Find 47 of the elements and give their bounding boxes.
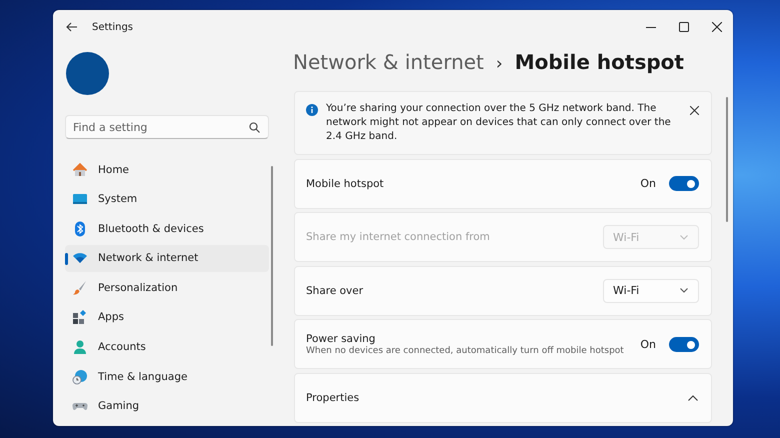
nav-item[interactable]: Time & language [65, 363, 269, 390]
nav-item[interactable]: Bluetooth & devices [65, 215, 269, 242]
search-field[interactable]: Find a setting [65, 115, 269, 139]
globe-clock-icon [72, 368, 88, 385]
paintbrush-icon [72, 280, 88, 296]
setting-description: When no devices are connected, automatically turn off mobile hotspot [306, 346, 625, 356]
chevron-down-icon [680, 288, 688, 293]
nav-item[interactable]: Personalization [65, 274, 269, 302]
chevron-up-icon [688, 394, 698, 400]
dismiss-button[interactable] [687, 103, 701, 117]
page-title: Mobile hotspot [514, 50, 684, 74]
setting-label: Share over [306, 284, 364, 296]
toggle-switch[interactable] [669, 176, 699, 191]
toggle-state: On [640, 177, 656, 190]
scrollbar[interactable] [726, 97, 728, 222]
close-icon [690, 106, 698, 114]
apps-icon [72, 309, 88, 326]
setting-label: Power saving [306, 332, 376, 344]
toggle-state: On [640, 338, 656, 350]
bluetooth-icon [72, 220, 88, 237]
dropdown[interactable]: Wi-Fi [603, 278, 699, 302]
maximize-icon [678, 22, 688, 32]
info-icon [306, 104, 318, 116]
toggle-switch[interactable] [669, 336, 699, 352]
info-message: You’re sharing your connection over the 5 GHz network band. The network might not appear on devices that can only connect over the 2.4 GHz band. [326, 102, 672, 144]
house-icon [72, 162, 88, 178]
nav-item[interactable]: Accounts [65, 334, 269, 361]
avatar [66, 52, 109, 95]
breadcrumb-separator: › [496, 54, 503, 74]
close-icon [712, 22, 722, 32]
setting-label: Share my internet connection from [306, 231, 491, 243]
setting-label: Properties [306, 392, 360, 404]
person-icon [72, 339, 88, 356]
expand-button[interactable] [687, 392, 699, 402]
selection-indicator [65, 252, 68, 265]
nav-item[interactable]: System [65, 186, 269, 213]
setting-label: Mobile hotspot [306, 178, 385, 190]
nav-item[interactable]: Network & internet [65, 244, 269, 272]
back-arrow-icon [66, 22, 78, 32]
search-icon [249, 122, 260, 133]
chevron-down-icon [680, 234, 688, 240]
nav-item[interactable]: Apps [65, 304, 269, 331]
window-title: Settings [92, 22, 134, 32]
nav-item[interactable]: Home [65, 156, 269, 183]
breadcrumb-link[interactable]: Network & internet [293, 50, 484, 74]
scrollbar[interactable] [271, 166, 273, 346]
nav-item[interactable]: Gaming [65, 392, 269, 420]
